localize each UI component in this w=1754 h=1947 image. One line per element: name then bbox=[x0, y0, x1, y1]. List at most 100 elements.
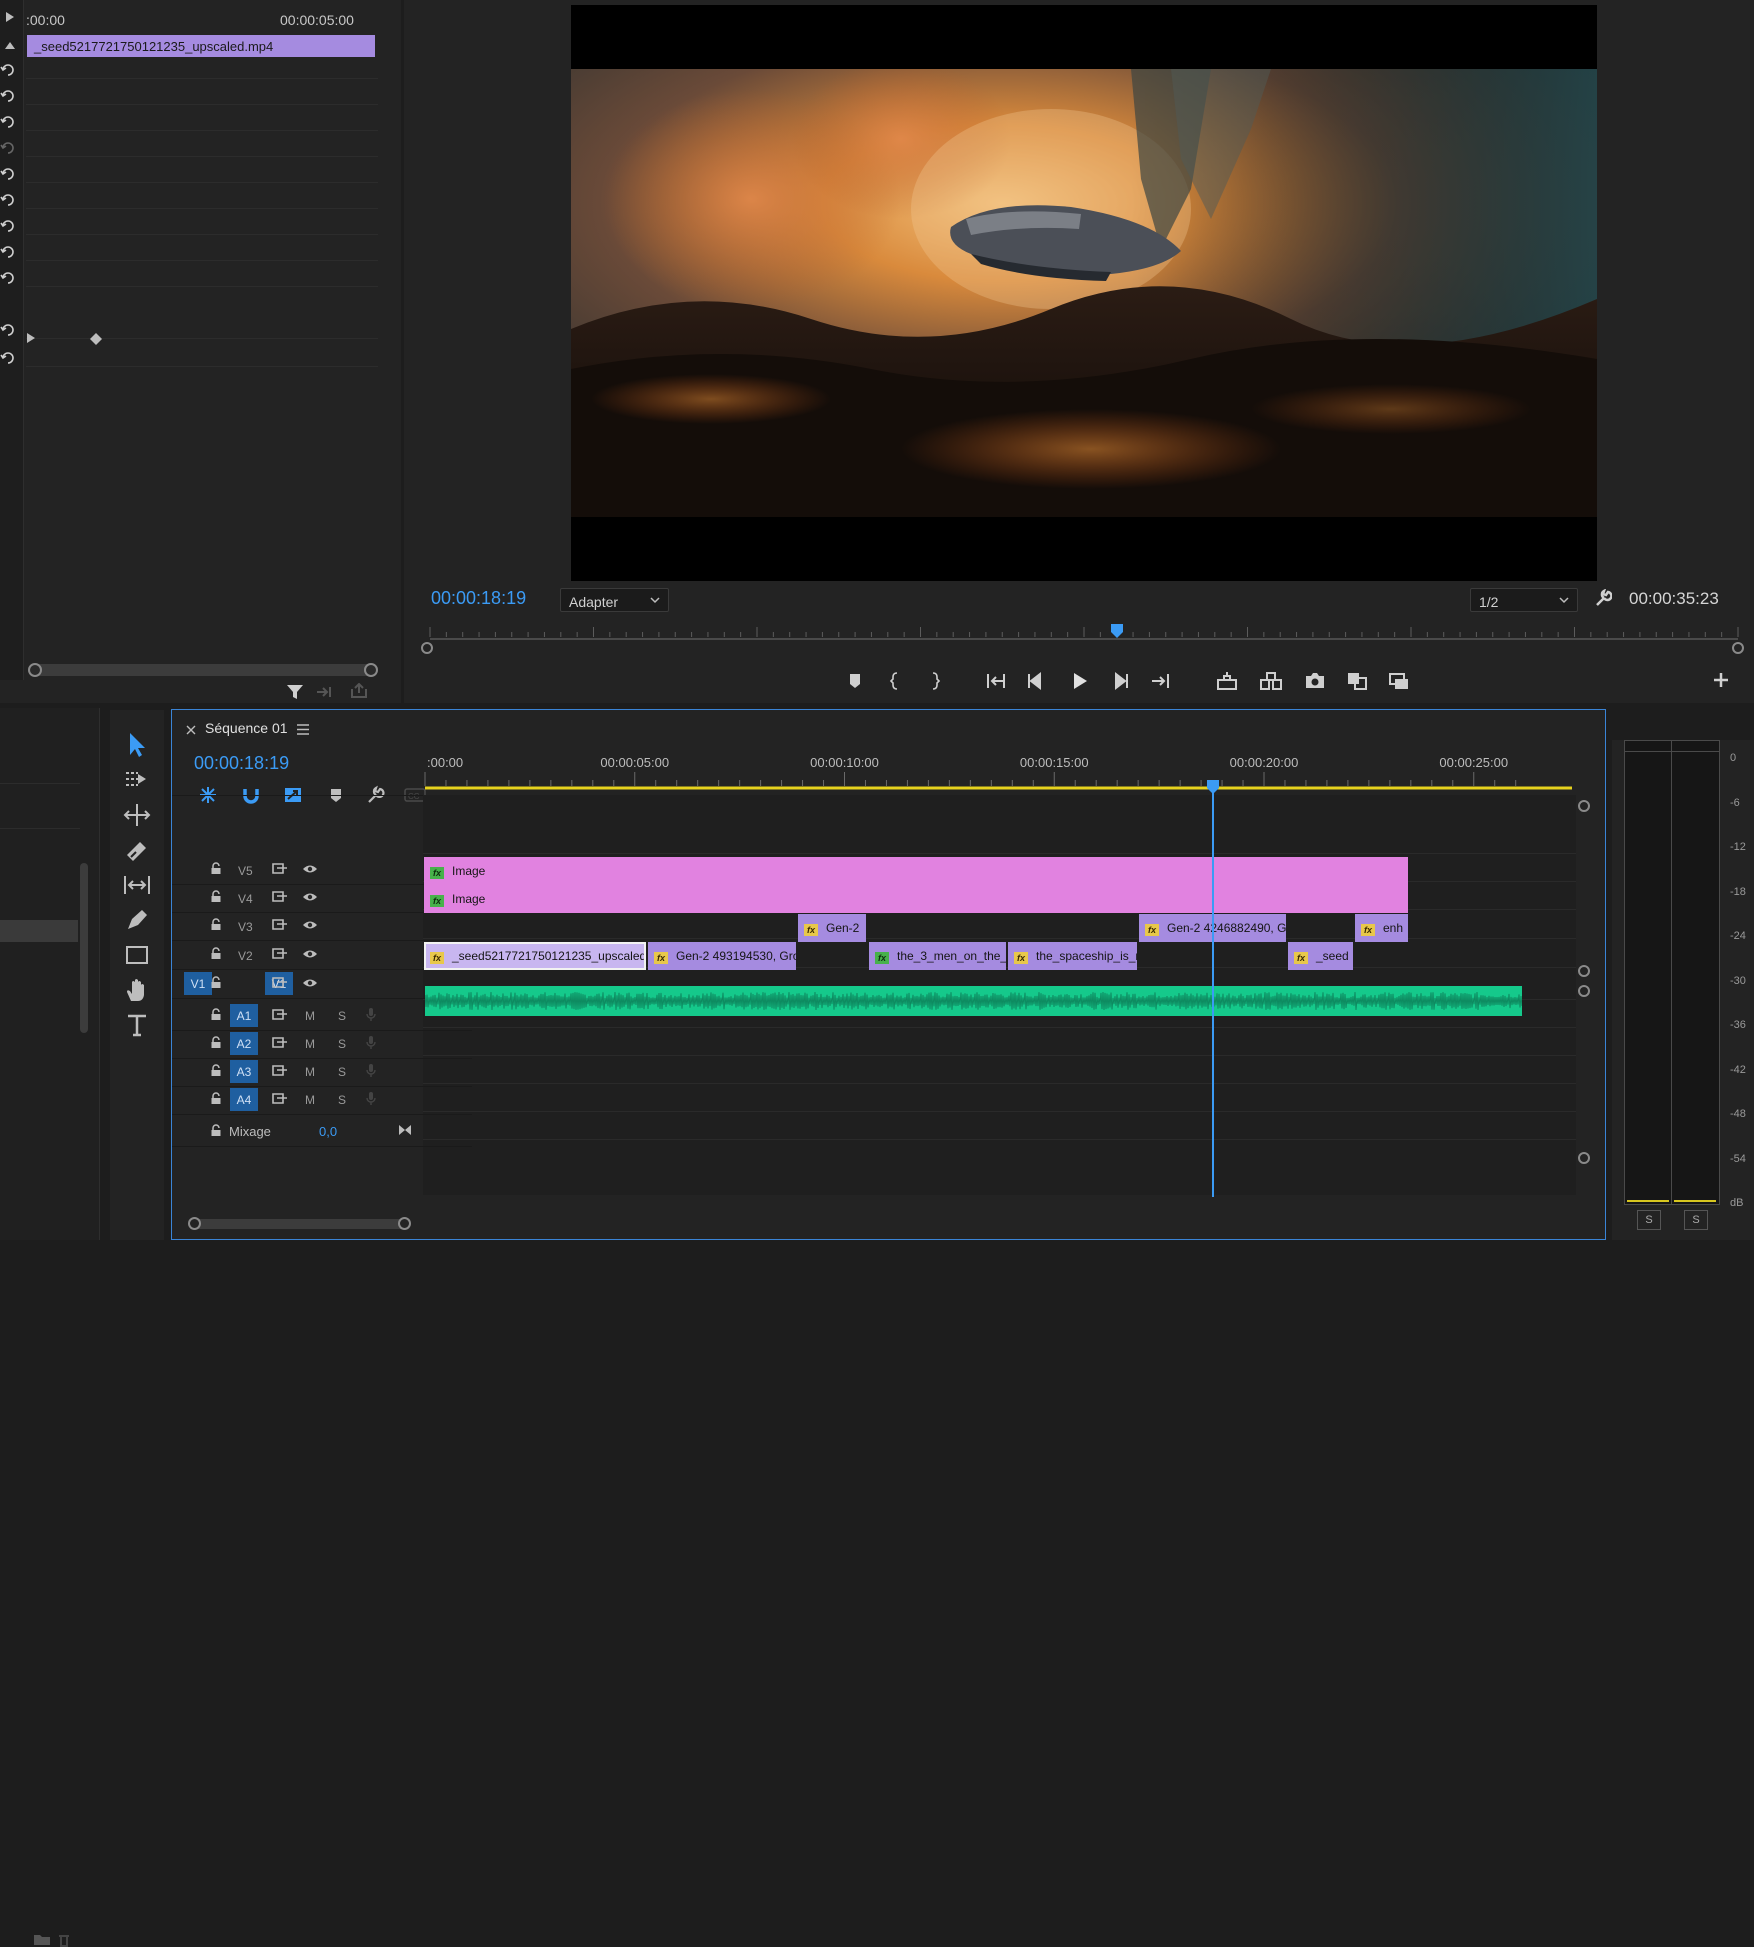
overwrite-clip-icon[interactable] bbox=[1258, 668, 1284, 694]
ripple-edit-tool-icon[interactable] bbox=[122, 800, 152, 830]
timeline-zoom-handle-right[interactable] bbox=[398, 1217, 411, 1230]
toggle-output-eye-icon[interactable] bbox=[302, 919, 318, 931]
solo-track-button[interactable]: S bbox=[338, 1009, 346, 1023]
mix-track-header[interactable]: Mixage 0,0 bbox=[172, 1116, 472, 1147]
track-select-forward-tool-icon[interactable] bbox=[122, 765, 152, 795]
reset-parameter-icon[interactable] bbox=[0, 166, 14, 180]
keyframe-diamond-icon[interactable] bbox=[90, 333, 102, 345]
export-frame-camera-icon[interactable] bbox=[1302, 668, 1328, 694]
clip-v1-b[interactable]: fx Gen-2 493194530, Grou bbox=[648, 942, 796, 970]
clip-v1-c[interactable]: fx the_3_men_on_the_g bbox=[869, 942, 1006, 970]
mark-in-icon[interactable] bbox=[882, 668, 908, 694]
program-zoom-handle-right[interactable] bbox=[1732, 642, 1744, 654]
mute-track-button[interactable]: M bbox=[305, 1009, 315, 1023]
toggle-output-eye-icon[interactable] bbox=[302, 891, 318, 903]
bowtie-icon[interactable] bbox=[398, 1124, 412, 1136]
reset-parameter-icon[interactable] bbox=[0, 140, 14, 154]
mix-volume-value[interactable]: 0,0 bbox=[319, 1124, 337, 1139]
clip-v1-a[interactable]: fx _seed5217721750121235_upscaled.mp bbox=[424, 942, 646, 970]
sync-lock-icon[interactable] bbox=[272, 947, 288, 960]
reset-parameter-icon[interactable] bbox=[0, 62, 14, 76]
audio-track-scroll-bottom[interactable] bbox=[1578, 1152, 1590, 1164]
play-icon[interactable] bbox=[1066, 668, 1092, 694]
project-selected-row[interactable] bbox=[0, 920, 78, 942]
timeline-zoom-handle-left[interactable] bbox=[188, 1217, 201, 1230]
effect-controls-ruler[interactable]: :00:00 00:00:05:00 bbox=[26, 6, 376, 34]
sequence-tab-title[interactable]: Séquence 01 bbox=[205, 720, 288, 736]
solo-right-button[interactable]: S bbox=[1684, 1210, 1708, 1230]
sync-lock-icon[interactable] bbox=[272, 1008, 288, 1021]
wrench-settings-icon[interactable] bbox=[1594, 589, 1612, 607]
add-button-plus-icon[interactable] bbox=[1711, 670, 1731, 690]
track-target-a3[interactable]: A3 bbox=[230, 1060, 258, 1083]
solo-track-button[interactable]: S bbox=[338, 1037, 346, 1051]
go-to-in-icon[interactable] bbox=[982, 668, 1008, 694]
go-to-out-icon[interactable] bbox=[1148, 668, 1174, 694]
lock-track-icon[interactable] bbox=[210, 1036, 222, 1049]
audio-track-scroll-top[interactable] bbox=[1578, 985, 1590, 997]
video-track-scroll-bottom[interactable] bbox=[1578, 965, 1590, 977]
program-playhead-marker[interactable] bbox=[1110, 623, 1124, 639]
mute-track-button[interactable]: M bbox=[305, 1037, 315, 1051]
lock-track-icon[interactable] bbox=[210, 1124, 222, 1137]
collapse-triangle-icon[interactable] bbox=[4, 40, 16, 52]
new-bin-folder-icon[interactable] bbox=[33, 1932, 51, 1946]
clip-v1-d[interactable]: fx the_spaceship_is_m bbox=[1008, 942, 1137, 970]
slip-tool-icon[interactable] bbox=[122, 870, 152, 900]
reset-parameter-icon[interactable] bbox=[0, 114, 14, 128]
panel-menu-icon[interactable] bbox=[297, 724, 309, 735]
lock-track-icon[interactable] bbox=[210, 1008, 222, 1021]
solo-track-button[interactable]: S bbox=[338, 1093, 346, 1107]
export-icon[interactable] bbox=[350, 683, 368, 699]
trash-icon[interactable] bbox=[57, 1932, 71, 1947]
project-scrollbar[interactable] bbox=[80, 863, 88, 1033]
solo-track-button[interactable]: S bbox=[338, 1065, 346, 1079]
reset-parameter-icon[interactable] bbox=[0, 270, 14, 284]
clip-v2-c[interactable]: fx enh bbox=[1355, 914, 1408, 942]
track-target-a4[interactable]: A4 bbox=[230, 1088, 258, 1111]
sync-lock-icon[interactable] bbox=[272, 976, 288, 989]
zoom-handle-right[interactable] bbox=[364, 663, 378, 677]
razor-tool-icon[interactable] bbox=[122, 835, 152, 865]
proxy-toggle-icon[interactable] bbox=[1386, 668, 1412, 694]
voice-over-mic-icon[interactable] bbox=[365, 1063, 377, 1078]
sync-lock-icon[interactable] bbox=[272, 1036, 288, 1049]
source-patch-v1[interactable]: V1 bbox=[184, 972, 212, 995]
clip-v2-a[interactable]: fx Gen-2 bbox=[798, 914, 866, 942]
voice-over-mic-icon[interactable] bbox=[365, 1007, 377, 1022]
keyframe-nav-right-icon[interactable] bbox=[26, 332, 36, 344]
clip-v4[interactable]: fx Image bbox=[424, 857, 1408, 885]
selection-tool-icon[interactable] bbox=[122, 730, 152, 760]
sync-lock-icon[interactable] bbox=[272, 1064, 288, 1077]
toggle-output-eye-icon[interactable] bbox=[302, 948, 318, 960]
sync-lock-icon[interactable] bbox=[272, 862, 288, 875]
toggle-output-eye-icon[interactable] bbox=[302, 977, 318, 989]
effect-controls-zoom-scrollbar[interactable] bbox=[34, 664, 374, 676]
rectangle-tool-icon[interactable] bbox=[122, 940, 152, 970]
reset-parameter-icon[interactable] bbox=[0, 244, 14, 258]
timeline-playhead-line[interactable] bbox=[1212, 787, 1215, 1197]
lock-track-icon[interactable] bbox=[210, 1092, 222, 1105]
sync-lock-icon[interactable] bbox=[272, 1092, 288, 1105]
close-tab-icon[interactable] bbox=[186, 725, 196, 735]
timeline-zoom-scrollbar[interactable] bbox=[194, 1219, 406, 1229]
comparison-view-icon[interactable] bbox=[1344, 668, 1370, 694]
resolution-dropdown[interactable]: 1/2 bbox=[1470, 588, 1578, 612]
sync-lock-icon[interactable] bbox=[272, 918, 288, 931]
mark-out-icon[interactable] bbox=[922, 668, 948, 694]
mute-track-button[interactable]: M bbox=[305, 1093, 315, 1107]
program-time-ruler[interactable] bbox=[424, 625, 1744, 647]
pen-tool-icon[interactable] bbox=[122, 905, 152, 935]
type-tool-icon[interactable] bbox=[122, 1010, 152, 1040]
effect-controls-clip-bar[interactable]: _seed5217721750121235_upscaled.mp4 bbox=[27, 35, 375, 57]
filter-icon[interactable] bbox=[286, 684, 304, 700]
reset-parameter-icon[interactable] bbox=[0, 218, 14, 232]
program-zoom-handle-left[interactable] bbox=[421, 642, 433, 654]
solo-left-button[interactable]: S bbox=[1637, 1210, 1661, 1230]
zoom-handle-left[interactable] bbox=[28, 663, 42, 677]
video-track-header-v3[interactable]: V3 bbox=[172, 910, 472, 941]
step-back-icon[interactable] bbox=[1022, 668, 1048, 694]
reset-parameter-icon[interactable] bbox=[0, 88, 14, 102]
lock-track-icon[interactable] bbox=[210, 1064, 222, 1077]
lock-track-icon[interactable] bbox=[210, 947, 222, 960]
